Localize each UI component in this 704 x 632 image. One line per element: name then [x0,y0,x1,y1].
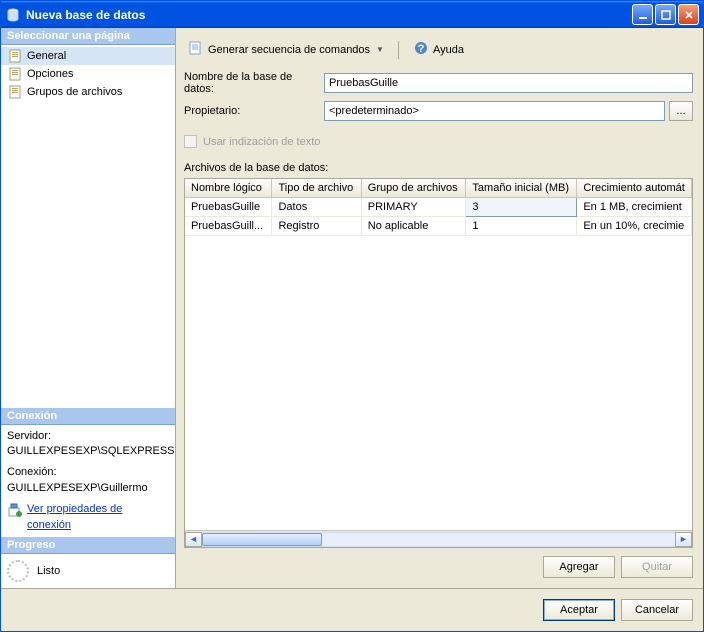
col-file-type[interactable]: Tipo de archivo [272,179,361,198]
main-panel: Generar secuencia de comandos ▼ ? Ayuda … [176,28,703,588]
dbname-label: Nombre de la base de datos: [184,71,324,95]
svg-text:?: ? [418,43,425,55]
page-item-label: Grupos de archivos [27,86,122,98]
owner-row: Propietario: ... [184,101,693,121]
scroll-thumb[interactable] [202,533,322,546]
page-item-general[interactable]: General [1,47,175,65]
dropdown-arrow-icon: ▼ [376,45,384,54]
script-label: Generar secuencia de comandos [208,44,370,56]
cell-initsize[interactable]: 1 [466,217,577,236]
page-item-label: Opciones [27,68,73,80]
connection-value: GUILLEXPESEXP\Guillermo [7,481,169,496]
database-icon [5,7,21,23]
col-autogrowth[interactable]: Crecimiento automát [577,179,692,198]
fulltext-checkbox [184,135,197,148]
scroll-track[interactable] [202,532,675,547]
page-icon [7,84,23,100]
dialog-window: Nueva base de datos Seleccionar una pági… [0,0,704,632]
files-section-label: Archivos de la base de datos: [184,162,693,174]
properties-icon [7,502,23,523]
help-button[interactable]: ? Ayuda [409,38,468,61]
maximize-button[interactable] [655,4,676,25]
fulltext-row: Usar indización de texto [184,135,693,148]
owner-input[interactable] [324,101,665,121]
col-initial-size[interactable]: Tamaño inicial (MB) [466,179,577,198]
connection-label: Conexión: [7,465,169,480]
cell-initsize[interactable]: 3 [466,198,577,217]
server-label: Servidor: [7,429,169,444]
cell-autogrowth[interactable]: En un 10%, crecimie [577,217,692,236]
sidebar: Seleccionar una página General Opciones … [1,28,176,588]
cell-logical[interactable]: PruebasGuill... [185,217,272,236]
dialog-body: Seleccionar una página General Opciones … [1,28,703,588]
grid-buttons: Agregar Quitar [184,548,693,578]
cell-logical[interactable]: PruebasGuille [185,198,272,217]
fulltext-label: Usar indización de texto [203,136,320,148]
grid-row[interactable]: PruebasGuille Datos PRIMARY 3 En 1 MB, c… [185,198,692,217]
scroll-left-icon[interactable]: ◄ [185,532,202,547]
server-value: GUILLEXPESEXP\SQLEXPRESS [7,444,169,459]
toolbar: Generar secuencia de comandos ▼ ? Ayuda [184,34,693,71]
dbname-input[interactable] [324,73,693,93]
cell-filetype[interactable]: Registro [272,217,361,236]
horizontal-scrollbar[interactable]: ◄ ► [185,530,692,547]
cancel-button[interactable]: Cancelar [621,599,693,621]
toolbar-separator [398,41,399,59]
page-item-label: General [27,50,66,62]
progress-status: Listo [37,565,60,577]
progress-block: Listo [1,554,175,588]
owner-browse-button[interactable]: ... [669,101,693,121]
files-grid: Nombre lógico Tipo de archivo Grupo de a… [184,178,693,548]
help-label: Ayuda [433,44,464,56]
grid-header-row: Nombre lógico Tipo de archivo Grupo de a… [185,179,692,198]
col-logical-name[interactable]: Nombre lógico [185,179,272,198]
close-button[interactable] [678,4,699,25]
help-icon: ? [413,40,429,59]
connection-header: Conexión [1,408,175,425]
progress-spinner-icon [7,560,29,582]
window-title: Nueva base de datos [26,8,630,22]
cell-filegroup[interactable]: PRIMARY [361,198,466,217]
script-icon [188,40,204,59]
dialog-footer: Aceptar Cancelar [1,588,703,631]
progress-header: Progreso [1,537,175,554]
minimize-button[interactable] [632,4,653,25]
page-item-filegroups[interactable]: Grupos de archivos [1,83,175,101]
owner-label: Propietario: [184,105,324,117]
page-icon [7,48,23,64]
ok-button[interactable]: Aceptar [543,599,615,621]
cell-filetype[interactable]: Datos [272,198,361,217]
cell-autogrowth[interactable]: En 1 MB, crecimient [577,198,692,217]
connection-info: Servidor: GUILLEXPESEXP\SQLEXPRESS Conex… [1,425,175,537]
grid-table: Nombre lógico Tipo de archivo Grupo de a… [185,179,692,236]
remove-button: Quitar [621,556,693,578]
page-icon [7,66,23,82]
titlebar[interactable]: Nueva base de datos [1,1,703,28]
view-connection-properties-link[interactable]: Ver propiedades de conexión [27,502,169,533]
col-filegroup[interactable]: Grupo de archivos [361,179,466,198]
page-item-options[interactable]: Opciones [1,65,175,83]
add-button[interactable]: Agregar [543,556,615,578]
grid-body: Nombre lógico Tipo de archivo Grupo de a… [185,179,692,530]
page-list: General Opciones Grupos de archivos [1,45,175,103]
grid-row[interactable]: PruebasGuill... Registro No aplicable 1 … [185,217,692,236]
script-button[interactable]: Generar secuencia de comandos ▼ [184,38,388,61]
dbname-row: Nombre de la base de datos: [184,71,693,95]
select-page-header: Seleccionar una página [1,28,175,45]
cell-filegroup[interactable]: No aplicable [361,217,466,236]
scroll-right-icon[interactable]: ► [675,532,692,547]
